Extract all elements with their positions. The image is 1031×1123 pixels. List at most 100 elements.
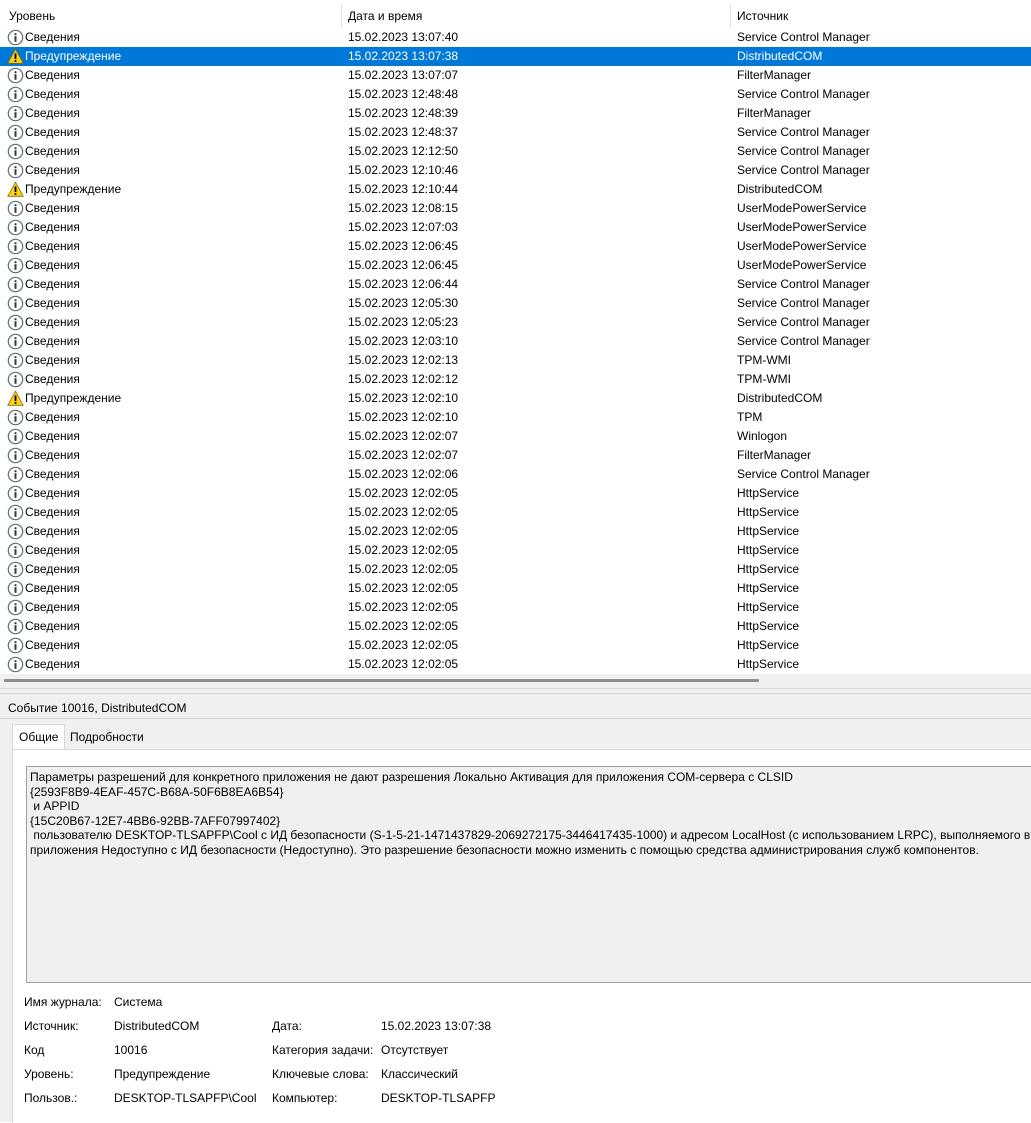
log-name-value: Система (114, 995, 163, 1009)
event-row[interactable]: Сведения 15.02.2023 12:02:07 Winlogon (0, 427, 1031, 446)
event-row[interactable]: Сведения 15.02.2023 12:02:05 HttpService (0, 484, 1031, 503)
event-source: HttpService (737, 562, 800, 576)
event-row[interactable]: Сведения 15.02.2023 12:06:45 UserModePower… (0, 237, 1031, 256)
event-source: Winlogon (737, 429, 788, 443)
date-value: 15.02.2023 13:07:38 (381, 1019, 492, 1033)
event-row[interactable]: Сведения 15.02.2023 12:02:05 HttpService (0, 598, 1031, 617)
event-datetime: 15.02.2023 12:02:10 (348, 391, 459, 405)
event-row[interactable]: Сведения 15.02.2023 12:48:48 Service Contr… (0, 85, 1031, 104)
event-row[interactable]: Сведения 15.02.2023 12:05:30 Service Contr… (0, 294, 1031, 313)
event-row[interactable]: Предупреждение 15.02.2023 12:02:10 Distrib… (0, 389, 1031, 408)
event-message-box[interactable]: Параметры разрешений для конкретного при… (26, 766, 1031, 983)
event-source: Service Control Manager (737, 467, 870, 481)
event-row[interactable]: Сведения 15.02.2023 12:48:37 Service Contr… (0, 123, 1031, 142)
tab-general-content: Параметры разрешений для конкретного при… (12, 749, 1031, 1123)
event-row[interactable]: Сведения 15.02.2023 12:02:05 HttpService (0, 655, 1031, 674)
scrollbar-thumb[interactable] (4, 679, 759, 682)
info-circle-icon (7, 580, 24, 597)
event-source: UserModePowerService (737, 239, 867, 253)
info-circle-icon (7, 219, 24, 236)
event-message-text: Параметры разрешений для конкретного при… (30, 770, 1031, 857)
column-header-level[interactable]: Уровень (0, 4, 342, 28)
event-row[interactable]: Сведения 15.02.2023 13:07:07 FilterManager (0, 66, 1031, 85)
info-circle-icon (7, 238, 24, 255)
info-circle-icon (7, 314, 24, 331)
event-row[interactable]: Сведения 15.02.2023 12:10:46 Service Contr… (0, 161, 1031, 180)
event-level: Сведения (25, 106, 80, 120)
event-datetime: 15.02.2023 12:02:06 (348, 467, 459, 481)
event-datetime: 15.02.2023 12:02:05 (348, 581, 459, 595)
event-row[interactable]: Сведения 15.02.2023 12:02:07 FilterManager (0, 446, 1031, 465)
info-circle-icon (7, 86, 24, 103)
event-source: Service Control Manager (737, 144, 870, 158)
log-name-label: Имя журнала: (24, 995, 102, 1009)
event-row[interactable]: Сведения 15.02.2023 12:05:23 Service Contr… (0, 313, 1031, 332)
event-datetime: 15.02.2023 12:02:05 (348, 619, 459, 633)
event-level: Сведения (25, 125, 80, 139)
event-source: TPM-WMI (737, 372, 791, 386)
event-source: DistributedCOM (737, 391, 823, 405)
task-category-label: Категория задачи: (272, 1043, 374, 1057)
event-source: HttpService (737, 486, 800, 500)
event-datetime: 15.02.2023 12:02:05 (348, 505, 459, 519)
event-level: Сведения (25, 638, 80, 652)
event-row[interactable]: Сведения 15.02.2023 12:02:05 HttpService (0, 541, 1031, 560)
info-circle-icon (7, 542, 24, 559)
tab-general[interactable]: Общие (12, 724, 66, 749)
event-datetime: 15.02.2023 12:02:12 (348, 372, 459, 386)
info-circle-icon (7, 485, 24, 502)
event-row[interactable]: Сведения 15.02.2023 12:02:06 Service Contr… (0, 465, 1031, 484)
column-header-date[interactable]: Дата и время (339, 4, 731, 28)
info-circle-icon (7, 124, 24, 141)
event-datetime: 15.02.2023 12:03:10 (348, 334, 459, 348)
event-row[interactable]: Сведения 15.02.2023 12:02:05 HttpService (0, 560, 1031, 579)
event-row[interactable]: Сведения 15.02.2023 12:07:03 UserModePower… (0, 218, 1031, 237)
event-datetime: 15.02.2023 12:02:05 (348, 486, 459, 500)
event-level: Предупреждение (25, 49, 122, 63)
event-level: Сведения (25, 220, 80, 234)
event-datetime: 15.02.2023 12:02:10 (348, 410, 459, 424)
details-title: Событие 10016, DistributedCOM (8, 701, 187, 715)
event-row[interactable]: Предупреждение 15.02.2023 13:07:38 Distrib… (0, 47, 1031, 66)
info-circle-icon (7, 67, 24, 84)
event-row[interactable]: Сведения 15.02.2023 12:48:39 FilterManager (0, 104, 1031, 123)
event-row[interactable]: Сведения 15.02.2023 12:03:10 Service Contr… (0, 332, 1031, 351)
event-row[interactable]: Сведения 15.02.2023 12:02:10 TPM (0, 408, 1031, 427)
event-datetime: 15.02.2023 13:07:40 (348, 30, 459, 44)
event-source: HttpService (737, 638, 800, 652)
event-row[interactable]: Сведения 15.02.2023 12:02:05 HttpService (0, 579, 1031, 598)
event-row[interactable]: Сведения 15.02.2023 12:08:15 UserModePower… (0, 199, 1031, 218)
event-row[interactable]: Сведения 15.02.2023 12:06:44 Service Contr… (0, 275, 1031, 294)
code-label: Код (24, 1043, 45, 1057)
event-source: DistributedCOM (737, 182, 823, 196)
event-source: HttpService (737, 581, 800, 595)
info-circle-icon (7, 504, 24, 521)
event-level: Сведения (25, 524, 80, 538)
event-row[interactable]: Сведения 15.02.2023 12:02:05 HttpService (0, 503, 1031, 522)
event-row[interactable]: Сведения 15.02.2023 13:07:40 Service Contr… (0, 28, 1031, 47)
event-row[interactable]: Сведения 15.02.2023 12:02:05 HttpService (0, 617, 1031, 636)
tab-details[interactable]: Подробности (64, 726, 150, 748)
info-circle-icon (7, 295, 24, 312)
event-row[interactable]: Сведения 15.02.2023 12:06:45 UserModePower… (0, 256, 1031, 275)
event-level: Сведения (25, 258, 80, 272)
info-circle-icon (7, 200, 24, 217)
event-datetime: 15.02.2023 12:02:05 (348, 562, 459, 576)
event-source: Service Control Manager (737, 87, 870, 101)
event-row[interactable]: Сведения 15.02.2023 12:02:12 TPM-WMI (0, 370, 1031, 389)
event-source: HttpService (737, 543, 800, 557)
event-datetime: 15.02.2023 12:07:03 (348, 220, 459, 234)
event-row[interactable]: Сведения 15.02.2023 12:12:50 Service Contr… (0, 142, 1031, 161)
event-datetime: 15.02.2023 12:02:05 (348, 524, 459, 538)
divider (0, 718, 1031, 719)
info-circle-icon (7, 29, 24, 46)
event-row[interactable]: Сведения 15.02.2023 12:02:05 HttpService (0, 636, 1031, 655)
event-datetime: 15.02.2023 12:06:44 (348, 277, 459, 291)
column-header-source[interactable]: Источник (728, 4, 1031, 28)
event-row[interactable]: Сведения 15.02.2023 12:02:05 HttpService (0, 522, 1031, 541)
horizontal-scrollbar[interactable] (0, 674, 1031, 688)
event-row[interactable]: Сведения 15.02.2023 12:02:13 TPM-WMI (0, 351, 1031, 370)
event-row[interactable]: Предупреждение 15.02.2023 12:10:44 Distrib… (0, 180, 1031, 199)
event-level: Сведения (25, 372, 80, 386)
info-circle-icon (7, 333, 24, 350)
